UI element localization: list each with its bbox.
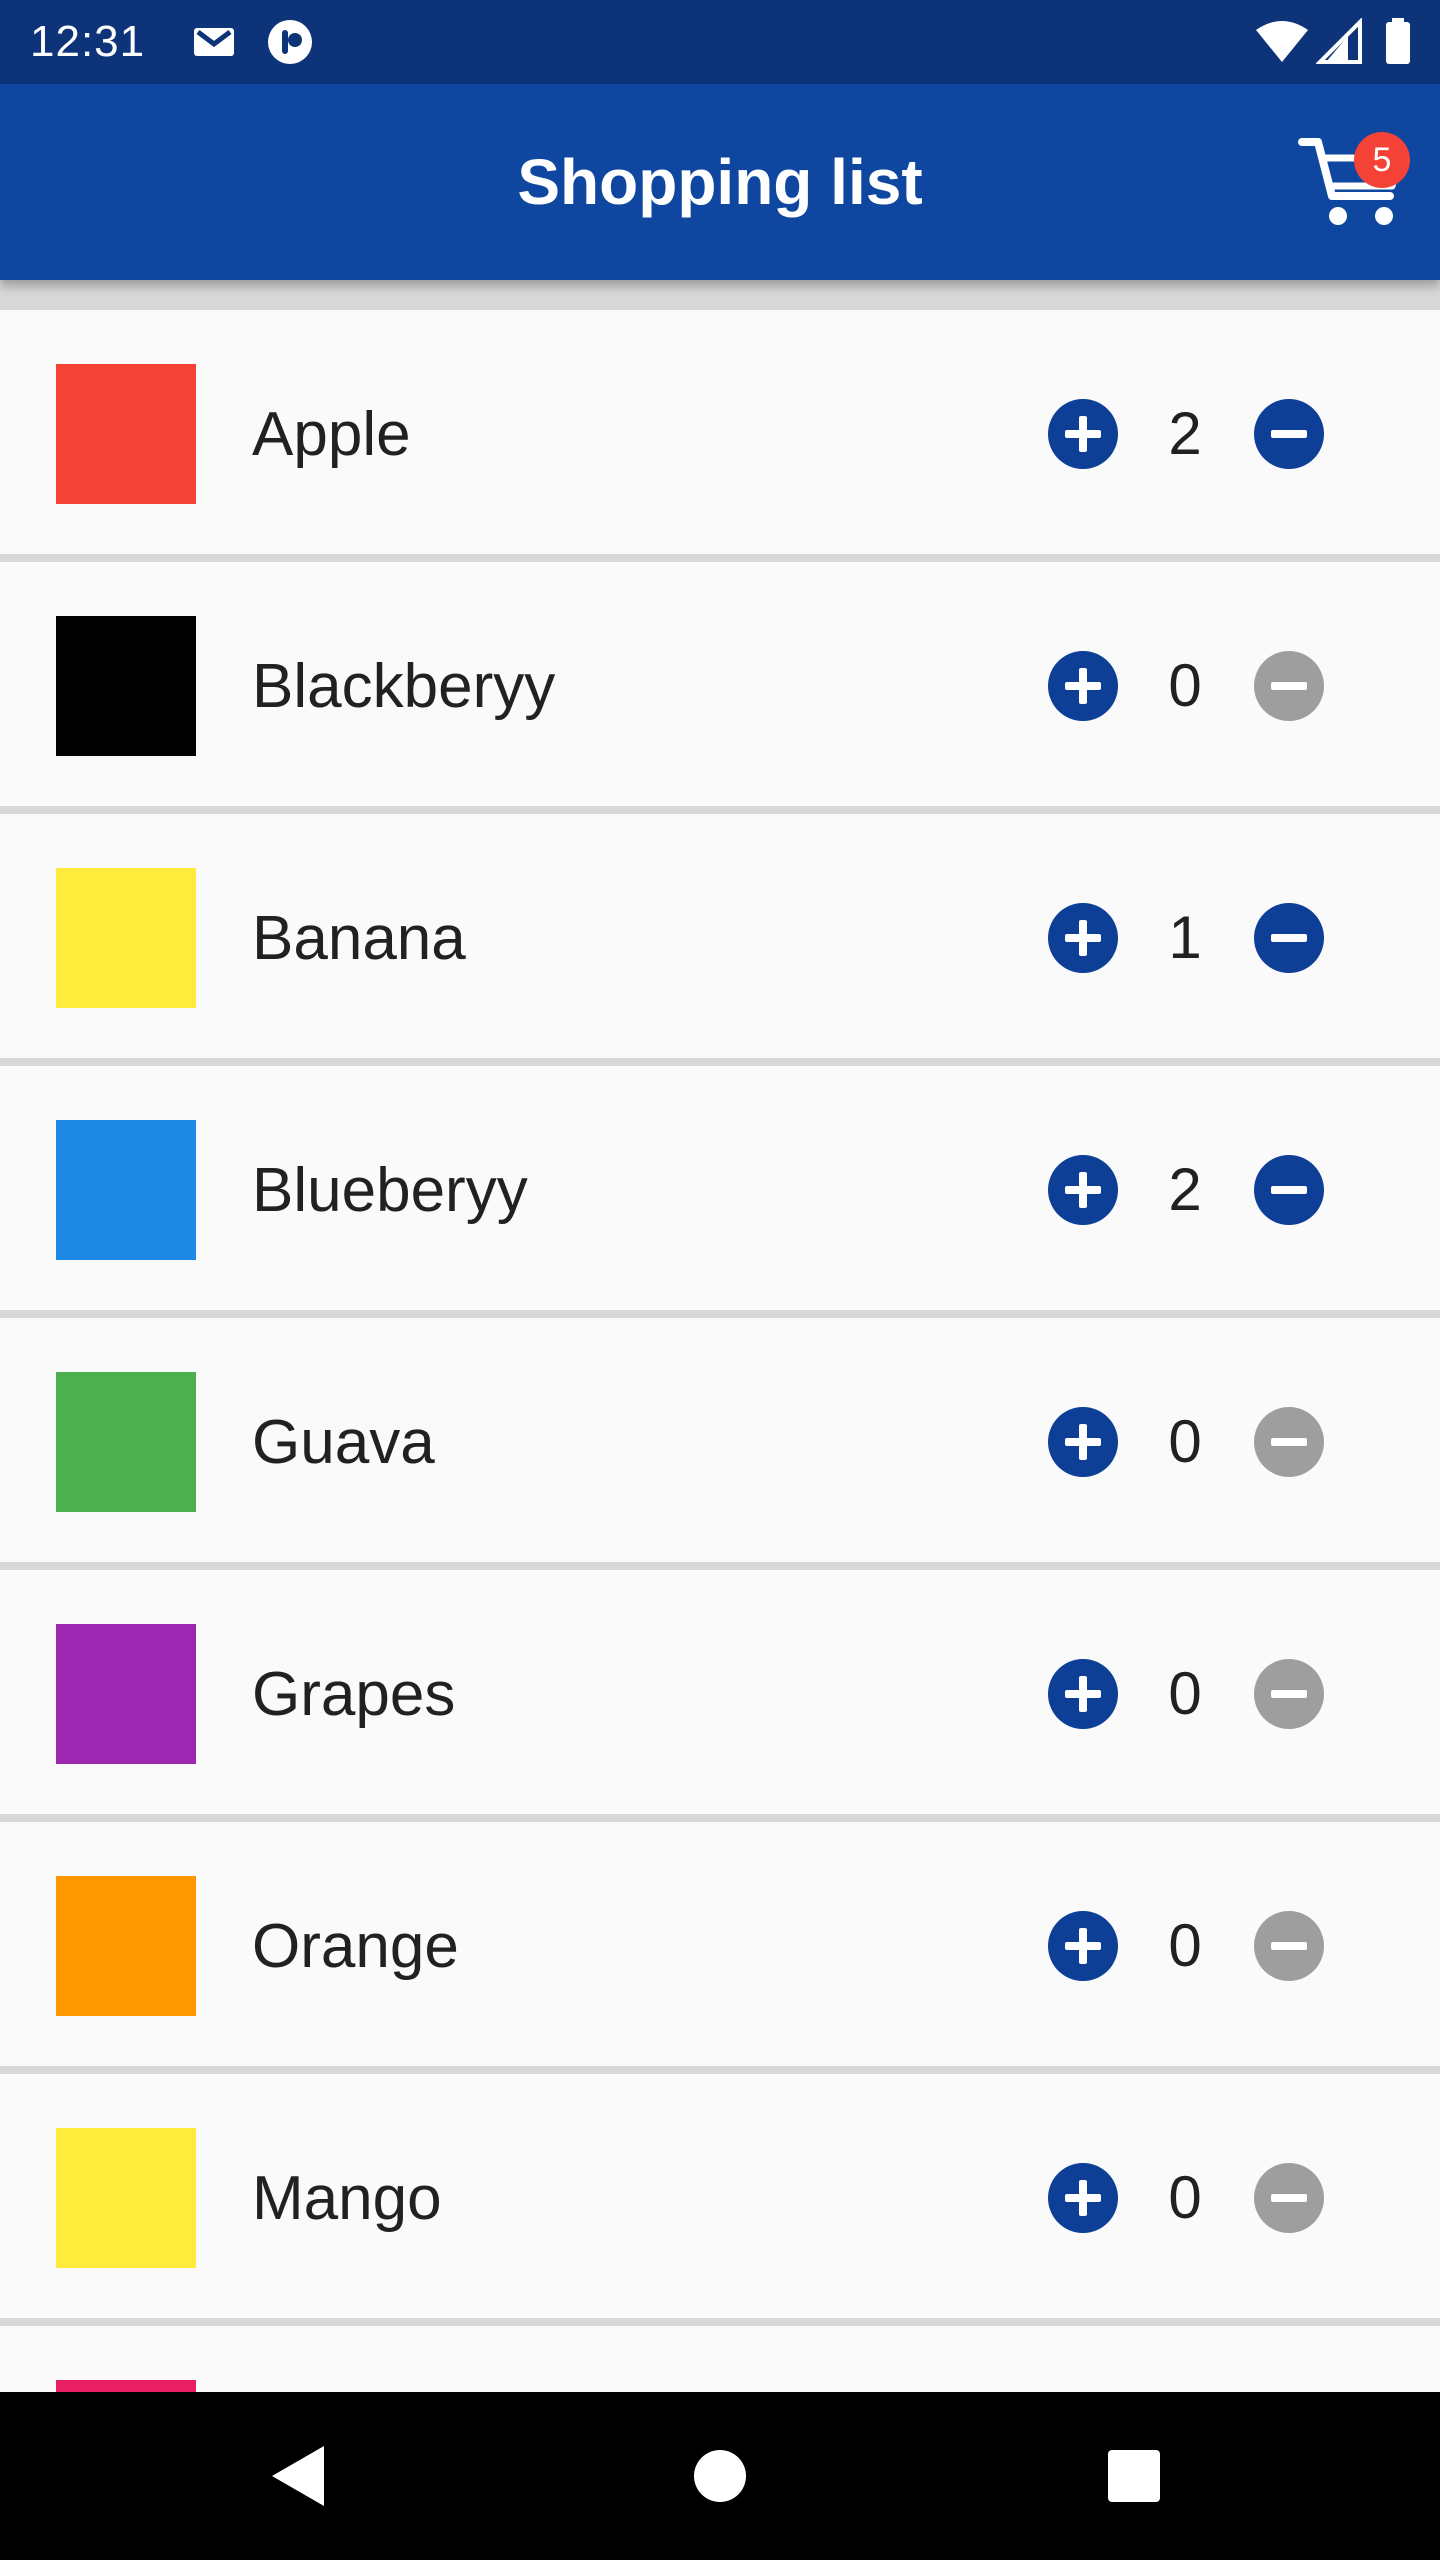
plus-icon — [1048, 1659, 1118, 1729]
decrease-quantity-button[interactable] — [1254, 1155, 1324, 1225]
list-item: Mango 0 — [0, 2074, 1440, 2318]
item-quantity: 2 — [1168, 1156, 1202, 1223]
increase-quantity-button[interactable] — [1048, 903, 1118, 973]
plus-icon — [1048, 651, 1118, 721]
item-color-swatch — [56, 616, 196, 756]
decrease-quantity-button — [1254, 1659, 1324, 1729]
increase-quantity-button[interactable] — [1048, 1659, 1118, 1729]
item-quantity: 2 — [1168, 400, 1202, 467]
decrease-quantity-button — [1254, 2163, 1324, 2233]
item-name: Mango — [252, 2164, 442, 2233]
item-quantity: 0 — [1168, 2164, 1202, 2231]
item-color-swatch — [56, 1876, 196, 2016]
item-name: Banana — [252, 904, 466, 973]
item-name: Guava — [252, 1408, 435, 1477]
decrease-quantity-button[interactable] — [1254, 903, 1324, 973]
recents-button[interactable] — [1084, 2426, 1184, 2526]
minus-icon — [1254, 651, 1324, 721]
shopping-list: Apple 2 Blackberyy 0 Banana 1 Blueberyy 2 Guava 0… — [0, 280, 1440, 2392]
item-quantity: 0 — [1168, 1912, 1202, 1979]
home-icon — [694, 2450, 746, 2502]
list-item — [0, 2326, 1440, 2392]
list-item: Orange 0 — [0, 1822, 1440, 2066]
back-icon — [272, 2446, 324, 2506]
app-bar: Shopping list 5 — [0, 84, 1440, 280]
list-item: Grapes 0 — [0, 1570, 1440, 1814]
item-name: Apple — [252, 400, 411, 469]
increase-quantity-button[interactable] — [1048, 1155, 1118, 1225]
page-title: Shopping list — [517, 146, 923, 218]
plus-icon — [1048, 1155, 1118, 1225]
recents-icon — [1108, 2450, 1160, 2502]
item-quantity: 0 — [1168, 1408, 1202, 1475]
list-item: Banana 1 — [0, 814, 1440, 1058]
minus-icon — [1254, 2163, 1324, 2233]
item-name: Blueberyy — [252, 1156, 528, 1225]
minus-icon — [1254, 399, 1324, 469]
item-quantity: 0 — [1168, 652, 1202, 719]
plus-icon — [1048, 2163, 1118, 2233]
decrease-quantity-button — [1254, 1407, 1324, 1477]
item-quantity: 0 — [1168, 1660, 1202, 1727]
item-color-swatch — [56, 2380, 196, 2392]
increase-quantity-button[interactable] — [1048, 1911, 1118, 1981]
item-color-swatch — [56, 868, 196, 1008]
item-color-swatch — [56, 1624, 196, 1764]
decrease-quantity-button[interactable] — [1254, 399, 1324, 469]
battery-icon — [1380, 18, 1416, 66]
plus-icon — [1048, 399, 1118, 469]
list-item: Blueberyy 2 — [0, 1066, 1440, 1310]
item-name: Orange — [252, 1912, 459, 1981]
item-color-swatch — [56, 2128, 196, 2268]
item-name: Blackberyy — [252, 652, 556, 721]
cell-signal-icon — [1315, 17, 1364, 66]
increase-quantity-button[interactable] — [1048, 399, 1118, 469]
item-quantity: 1 — [1168, 904, 1202, 971]
minus-icon — [1254, 1911, 1324, 1981]
home-button[interactable] — [670, 2426, 770, 2526]
navigation-bar — [0, 2392, 1440, 2560]
status-bar: 12:31 — [0, 0, 1440, 84]
minus-icon — [1254, 1407, 1324, 1477]
mail-icon — [190, 18, 238, 66]
notification-app-icon — [266, 18, 314, 66]
wifi-icon — [1254, 18, 1310, 66]
plus-icon — [1048, 903, 1118, 973]
decrease-quantity-button — [1254, 651, 1324, 721]
plus-icon — [1048, 1911, 1118, 1981]
list-item: Apple 2 — [0, 310, 1440, 554]
decrease-quantity-button — [1254, 1911, 1324, 1981]
item-color-swatch — [56, 364, 196, 504]
increase-quantity-button[interactable] — [1048, 651, 1118, 721]
minus-icon — [1254, 1659, 1324, 1729]
minus-icon — [1254, 903, 1324, 973]
plus-icon — [1048, 1407, 1118, 1477]
minus-icon — [1254, 1155, 1324, 1225]
increase-quantity-button[interactable] — [1048, 1407, 1118, 1477]
item-name: Grapes — [252, 1660, 456, 1729]
increase-quantity-button[interactable] — [1048, 2163, 1118, 2233]
back-button[interactable] — [250, 2426, 350, 2526]
list-item: Guava 0 — [0, 1318, 1440, 1562]
item-color-swatch — [56, 1372, 196, 1512]
item-color-swatch — [56, 1120, 196, 1260]
cart-badge: 5 — [1354, 132, 1410, 188]
status-time: 12:31 — [30, 17, 146, 66]
list-item: Blackberyy 0 — [0, 562, 1440, 806]
